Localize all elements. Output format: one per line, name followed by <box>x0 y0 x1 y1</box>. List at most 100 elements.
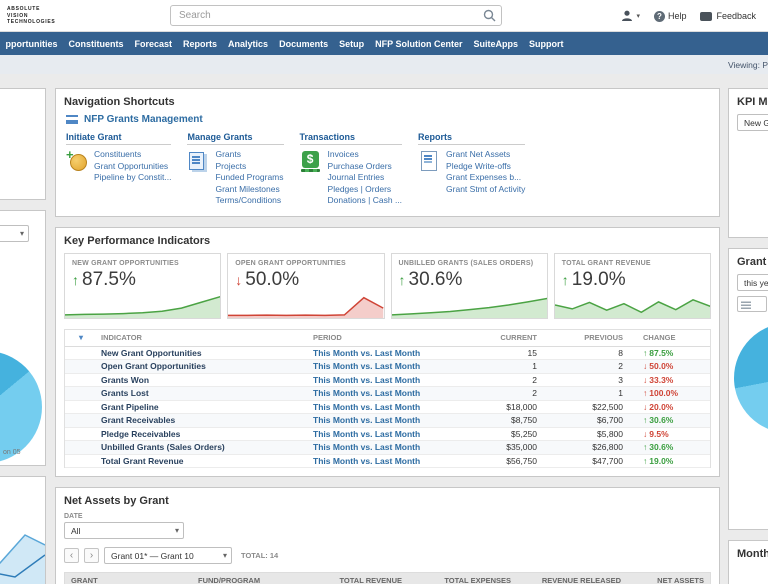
shortcut-link[interactable]: Grant Milestones <box>215 184 283 195</box>
shortcut-link[interactable]: Funded Programs <box>215 172 283 183</box>
trend-arrow-icon: ↑ <box>643 442 648 453</box>
kpi-percent: 50.0% <box>245 268 300 290</box>
nav-item[interactable]: Setup <box>334 39 370 49</box>
prev-page-button[interactable]: ‹ <box>64 548 79 563</box>
menu-icon[interactable] <box>66 115 78 124</box>
panel-title: Key Performance Indicators <box>64 234 211 247</box>
grant-range-select[interactable]: Grant 01* — Grant 10 <box>104 547 232 564</box>
help-button[interactable]: ? Help <box>653 10 686 22</box>
sparkline-chart <box>554 292 710 318</box>
change-value: ↓ 9.5% <box>643 428 669 439</box>
kpi-table-row: Pledge Receivables This Month vs. Last M… <box>65 428 710 441</box>
shortcut-groups: Initiate Grant ConstituentsGrant Opportu… <box>56 132 719 216</box>
kpi-label: OPEN GRANT OPPORTUNITIES <box>235 259 346 267</box>
indicator-name: Grant Pipeline <box>101 401 159 412</box>
kpi-card[interactable]: NEW GRANT OPPORTUNITIES ↑ 87.5% <box>64 252 222 319</box>
search-icon[interactable] <box>483 9 496 22</box>
kpi-label: UNBILLED GRANTS (SALES ORDERS) <box>398 259 534 267</box>
nav-item[interactable]: NFP Solution Center <box>370 39 468 49</box>
col-header-grant: GRANT <box>71 576 98 584</box>
shortcut-link[interactable]: Grant Expenses b... <box>446 172 525 183</box>
shortcut-link[interactable]: Journal Entries <box>328 172 403 183</box>
period-link[interactable]: This Month vs. Last Month <box>313 361 485 371</box>
kpi-cards: NEW GRANT OPPORTUNITIES ↑ 87.5% OPEN GRA… <box>56 251 719 327</box>
nav-item[interactable]: Documents <box>274 39 334 49</box>
table-menu-caret-icon[interactable]: ▾ <box>65 333 97 342</box>
trend-arrow-icon: ↓ <box>643 374 648 385</box>
period-link[interactable]: This Month vs. Last Month <box>313 388 485 398</box>
shortcut-link[interactable]: Constituents <box>94 149 171 160</box>
shortcut-group: Reports Grant Net Assets Pledge Write-off… <box>418 132 526 206</box>
date-filter-select[interactable]: All <box>64 522 184 539</box>
trend-arrow-icon: ↑ <box>398 271 406 288</box>
feedback-button[interactable]: Feedback <box>700 11 756 21</box>
mini-area-chart <box>0 534 45 584</box>
shortcut-link[interactable]: Grants <box>215 149 283 160</box>
period-link[interactable]: This Month vs. Last Month <box>313 456 485 466</box>
left-panel-donut: on 05 <box>0 210 46 466</box>
change-value: ↑ 19.0% <box>643 455 674 466</box>
right-column: KPI Me New Gr Grant this yea Month <box>728 88 768 584</box>
next-page-button[interactable]: › <box>84 548 99 563</box>
nav-item[interactable]: Analytics <box>223 39 274 49</box>
period-link[interactable]: This Month vs. Last Month <box>313 442 485 452</box>
shortcut-link[interactable]: Grant Opportunities <box>94 161 171 172</box>
nav-item[interactable]: Forecast <box>129 39 178 49</box>
monthly-panel: Month <box>728 540 768 584</box>
kpi-meter-select[interactable]: New Gr <box>737 114 768 131</box>
period-link[interactable]: This Month vs. Last Month <box>313 429 485 439</box>
panel-title: Navigation Shortcuts <box>64 96 175 108</box>
shortcut-link[interactable]: Donations | Cash ... <box>328 195 403 206</box>
shortcut-link[interactable]: Pipeline by Constit... <box>94 172 171 183</box>
left-panel-select[interactable] <box>0 225 29 242</box>
company-logo: ABSOLUTE VISION TECHNOLOGIES <box>7 6 55 26</box>
change-value: ↓ 20.0% <box>643 401 674 412</box>
current-value: $35,000 <box>506 442 537 453</box>
kpi-percent: 87.5% <box>82 268 136 290</box>
search-input[interactable] <box>170 5 502 26</box>
shortcut-heading: Reports <box>418 132 526 145</box>
coin-plus-icon <box>66 147 88 173</box>
shortcut-link[interactable]: Grant Net Assets <box>446 149 525 160</box>
nav-item[interactable]: Constituents <box>63 39 129 49</box>
trend-arrow-icon: ↑ <box>643 347 648 358</box>
current-value: $8,750 <box>511 415 537 426</box>
period-link[interactable]: This Month vs. Last Month <box>313 415 485 425</box>
col-header-current: CURRENT <box>500 333 537 342</box>
feedback-icon <box>700 11 713 21</box>
shortcut-link[interactable]: Invoices <box>328 149 403 160</box>
sparkline-chart <box>228 292 384 318</box>
shortcut-link[interactable]: Pledge Write-offs <box>446 161 525 172</box>
date-range-select[interactable]: this yea <box>737 274 768 291</box>
kpi-label: NEW GRANT OPPORTUNITIES <box>72 259 179 267</box>
kpi-card[interactable]: OPEN GRANT OPPORTUNITIES ↓ 50.0% <box>227 252 385 319</box>
previous-value: $6,700 <box>597 415 623 426</box>
shortcut-group: Transactions InvoicesPurchase OrdersJour… <box>299 132 403 206</box>
kpi-card[interactable]: TOTAL GRANT REVENUE ↑ 19.0% <box>553 252 711 319</box>
nav-item[interactable]: Reports <box>178 39 223 49</box>
shortcut-link[interactable]: Purchase Orders <box>328 161 403 172</box>
col-header-total-revenue: TOTAL REVENUE <box>339 576 402 584</box>
period-link[interactable]: This Month vs. Last Month <box>313 348 485 358</box>
shortcut-link[interactable]: Terms/Conditions <box>215 195 283 206</box>
period-link[interactable]: This Month vs. Last Month <box>313 375 485 385</box>
kpi-card[interactable]: UNBILLED GRANTS (SALES ORDERS) ↑ 30.6% <box>390 252 548 319</box>
period-link[interactable]: This Month vs. Last Month <box>313 402 485 412</box>
netsuite-dashboard: ABSOLUTE VISION TECHNOLOGIES ▾ ? Help <box>0 0 768 584</box>
chart-type-select[interactable] <box>737 296 767 312</box>
previous-value: $47,700 <box>592 455 623 466</box>
kpi-table-row: Total Grant Revenue This Month vs. Last … <box>65 455 710 468</box>
shortcut-link[interactable]: Grant Stmt of Activity <box>446 184 525 195</box>
nfp-menu-link[interactable]: NFP Grants Management <box>84 114 203 125</box>
feedback-label: Feedback <box>716 11 756 21</box>
kpi-table-row: Grant Receivables This Month vs. Last Mo… <box>65 414 710 428</box>
nav-item[interactable]: SuiteApps <box>468 39 524 49</box>
shortcut-group: Manage Grants Grants Projects Funded Progr… <box>187 132 284 206</box>
role-switcher[interactable]: ▾ <box>621 10 640 22</box>
nav-item[interactable]: pportunities <box>0 39 63 49</box>
nav-item[interactable]: Support <box>523 39 569 49</box>
documents-icon <box>187 149 209 173</box>
shortcut-link[interactable]: Projects <box>215 161 283 172</box>
shortcuts-menu-line: NFP Grants Management <box>56 112 719 132</box>
shortcut-link[interactable]: Pledges | Orders <box>328 184 403 195</box>
